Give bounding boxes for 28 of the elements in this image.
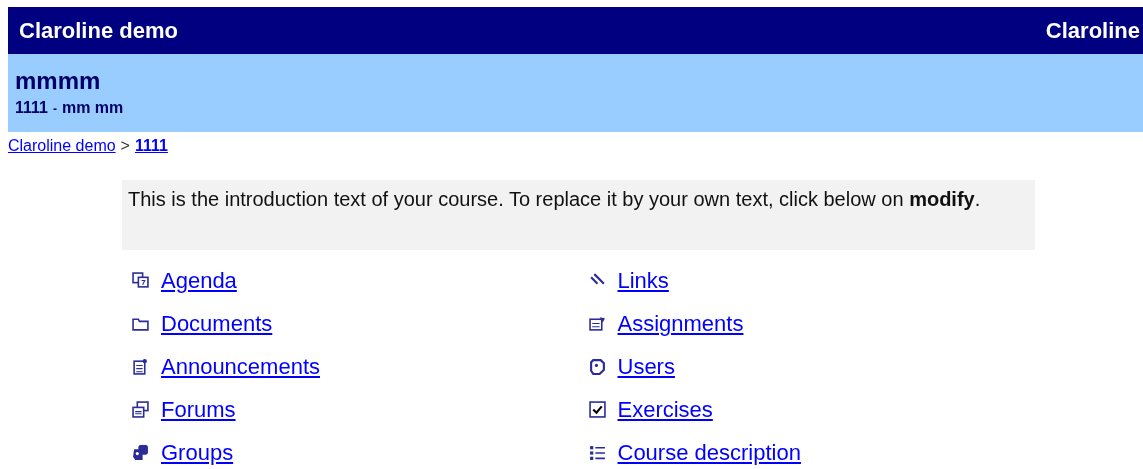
course-teachers: mm mm xyxy=(61,98,124,118)
folder-icon xyxy=(132,315,149,332)
site-title[interactable]: Claroline xyxy=(1045,14,1140,47)
breadcrumb-link[interactable]: 1111 xyxy=(134,134,168,158)
calendar-icon xyxy=(132,272,149,289)
separator: - xyxy=(52,101,57,118)
tool-link[interactable]: Announcements xyxy=(161,350,320,383)
tool-link[interactable]: Documents xyxy=(161,307,273,340)
tool-link[interactable]: Course description xyxy=(617,436,801,469)
intro-text: This is the introduction text of your course. To replace it by your own text, click below on modify. xyxy=(122,180,1035,250)
site-title[interactable]: Claroline demo xyxy=(19,14,178,47)
breadcrumb-separator: > xyxy=(120,136,130,156)
breadcrumb-link[interactable]: Claroline demo xyxy=(8,134,116,158)
tool-link[interactable]: Exercises xyxy=(617,393,713,426)
course-code: 1111 xyxy=(15,98,48,118)
checkbox-icon xyxy=(588,401,606,418)
list-icon xyxy=(588,444,606,461)
document-icon xyxy=(588,315,606,332)
tool-link[interactable]: Forums xyxy=(161,393,236,426)
tool-link[interactable]: Users xyxy=(617,350,675,383)
message-cards-icon xyxy=(132,401,149,418)
tool-link[interactable]: Agenda xyxy=(161,264,237,297)
tool-link[interactable]: Groups xyxy=(161,436,234,469)
course-title: mmmm xyxy=(15,66,102,96)
tool-link[interactable]: Links xyxy=(617,264,669,297)
notepad-icon xyxy=(132,358,149,375)
tool-link[interactable]: Assignments xyxy=(617,307,744,340)
user-head-icon xyxy=(588,358,606,375)
